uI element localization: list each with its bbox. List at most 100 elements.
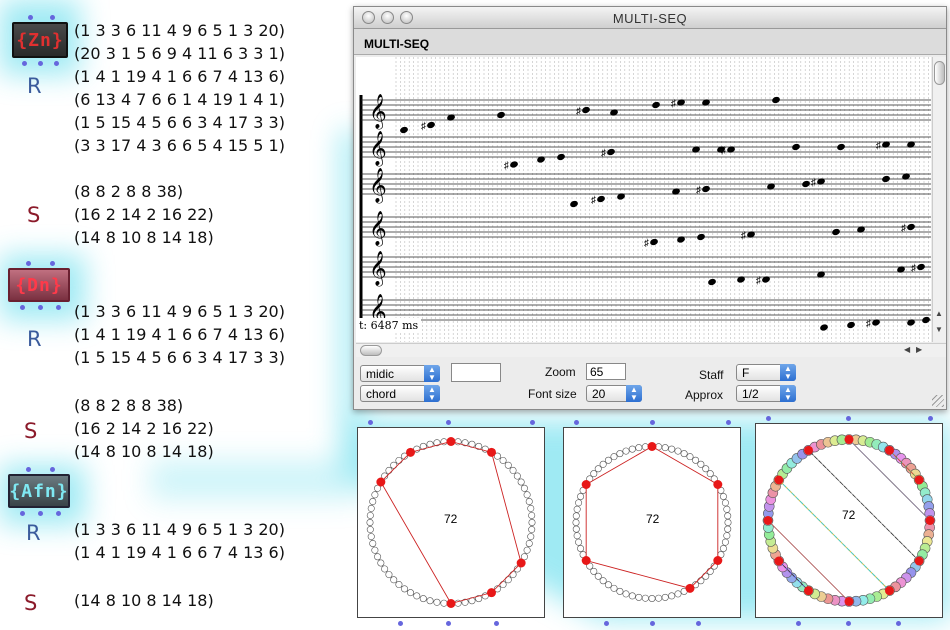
dn-outlet[interactable] — [20, 305, 25, 310]
panel-outlet[interactable] — [446, 621, 451, 626]
circle-panel-1[interactable]: 72 — [357, 427, 545, 618]
chord-vertex — [713, 556, 723, 565]
zn-inlet[interactable] — [50, 15, 55, 20]
division-mark — [706, 470, 714, 478]
color-swatch-field[interactable] — [451, 363, 501, 382]
view-select[interactable]: chord ▲ ▼ — [360, 385, 440, 402]
zn-s-line: (8 8 2 8 8 38) — [74, 182, 184, 201]
vertical-scroll-thumb[interactable] — [934, 61, 945, 85]
panel-outlet[interactable] — [846, 621, 851, 626]
panel-inlet[interactable] — [650, 420, 655, 425]
afn-inlet[interactable] — [26, 467, 31, 472]
chord-vertex — [376, 477, 386, 487]
fontsize-select[interactable]: 20 ▲ ▼ — [586, 385, 642, 402]
division-mark — [655, 594, 663, 602]
division-mark — [523, 546, 531, 554]
panel-outlet[interactable] — [604, 621, 609, 626]
score-view[interactable]: 𝄞𝄞𝄞𝄞𝄞𝄞 ♯ ♯ ♯ ♯ ♯ ♯ ♯ ♯ ♯ ♯ ♯ ♯ ♯ ♯ ♯ ♯ — [356, 57, 931, 342]
division-mark — [572, 512, 580, 520]
horizontal-scrollbar[interactable]: ◀ ▶ — [356, 343, 946, 357]
zn-outlet[interactable] — [22, 61, 27, 66]
scroll-left-arrow-icon[interactable]: ◀ — [904, 345, 910, 354]
division-mark — [648, 595, 656, 603]
division-mark — [721, 499, 729, 507]
horizontal-scroll-thumb[interactable] — [360, 345, 382, 356]
dn-inlet[interactable] — [26, 261, 31, 266]
circle-center-label: 72 — [444, 512, 458, 526]
division-mark — [575, 538, 583, 546]
panel-outlet[interactable] — [494, 621, 499, 626]
note-head — [702, 185, 710, 193]
scroll-right-arrow-icon[interactable]: ▶ — [916, 345, 922, 354]
division-mark — [661, 444, 669, 452]
window-titlebar[interactable]: MULTI-SEQ — [354, 7, 946, 29]
panel-inlet[interactable] — [574, 420, 579, 425]
division-mark — [674, 447, 682, 455]
chord-vertex — [446, 437, 456, 446]
panel-inlet[interactable] — [846, 416, 851, 421]
afn-outlet[interactable] — [56, 511, 61, 516]
panel-outlet[interactable] — [398, 621, 403, 626]
panel-inlet[interactable] — [530, 420, 535, 425]
panel-inlet[interactable] — [766, 416, 771, 421]
dn-inlet[interactable] — [50, 261, 55, 266]
zoom-input[interactable]: 65 — [586, 363, 626, 380]
treble-clef-icon: 𝄞 — [369, 168, 387, 204]
note-head — [727, 146, 735, 153]
zn-outlet[interactable] — [54, 61, 59, 66]
zn-r-line: (1 5 15 4 5 6 6 3 4 17 3 3) — [74, 113, 285, 132]
zoom-label: Zoom — [545, 365, 576, 379]
scroll-down-arrow-icon[interactable]: ▼ — [935, 325, 943, 334]
panel-outlet[interactable] — [896, 621, 901, 626]
division-mark — [599, 460, 607, 468]
panel-outlet[interactable] — [796, 621, 801, 626]
select-arrows-icon: ▲ ▼ — [780, 364, 796, 381]
note-head — [617, 193, 625, 200]
sharp-icon: ♯ — [591, 195, 596, 206]
note-head — [872, 319, 880, 326]
chord-vertex — [713, 480, 723, 489]
multi-seq-window[interactable]: MULTI-SEQ MULTI-SEQ 𝄞 𝄞 𝄞 𝄞 𝄞 𝄞 ♯ ♯ ♯ ♯ ♯ ♯ ♯ ♯ ♯ ♯ ♯ ♯ ♯… — [353, 6, 947, 410]
note-head — [882, 141, 890, 148]
division-mark — [366, 526, 374, 534]
panel-inlet[interactable] — [726, 420, 731, 425]
note-head — [537, 156, 545, 163]
zn-inlet[interactable] — [28, 15, 33, 20]
window-title: MULTI-SEQ — [612, 11, 688, 26]
dn-patch[interactable]: {Dn} — [8, 268, 70, 302]
circle-center-label: 72 — [842, 508, 856, 522]
afn-inlet[interactable] — [50, 467, 55, 472]
dn-outlet[interactable] — [38, 305, 43, 310]
zn-patch[interactable]: {Zn} — [12, 22, 68, 58]
resize-grip-icon[interactable] — [932, 395, 944, 407]
chord-vertex — [487, 447, 496, 457]
panel-inlet[interactable] — [368, 420, 373, 425]
panel-outlet[interactable] — [650, 621, 655, 626]
approx-select[interactable]: 1/2 ▲ ▼ — [736, 385, 796, 402]
afn-patch[interactable]: {Afn} — [8, 474, 70, 508]
circle-panel-3[interactable]: 72 — [755, 423, 943, 618]
mode-select[interactable]: midic ▲ ▼ — [360, 365, 440, 382]
scroll-up-arrow-icon[interactable]: ▲ — [935, 309, 943, 318]
panel-inlet[interactable] — [446, 420, 451, 425]
afn-outlet[interactable] — [20, 511, 25, 516]
zn-outlet[interactable] — [38, 61, 43, 66]
afn-outlet[interactable] — [38, 511, 43, 516]
division-mark — [573, 532, 581, 540]
note-head — [762, 276, 770, 283]
staff-select[interactable]: F ▲ ▼ — [736, 364, 796, 381]
note-head — [557, 153, 565, 161]
vertical-scrollbar[interactable]: ▲ ▼ — [932, 57, 946, 342]
note-head — [702, 99, 710, 106]
dn-s-line: (16 2 14 2 16 22) — [74, 419, 214, 438]
chord-vertex — [914, 475, 924, 485]
chord-vertex — [406, 447, 415, 457]
circle-panel-2[interactable]: 72 — [563, 427, 741, 618]
panel-inlet[interactable] — [928, 416, 933, 421]
division-mark — [719, 544, 727, 552]
division-mark — [674, 590, 682, 598]
note-head — [697, 233, 705, 241]
panel-outlet[interactable] — [696, 621, 701, 626]
dn-outlet[interactable] — [56, 305, 61, 310]
select-arrows-icon: ▲ ▼ — [424, 365, 440, 382]
